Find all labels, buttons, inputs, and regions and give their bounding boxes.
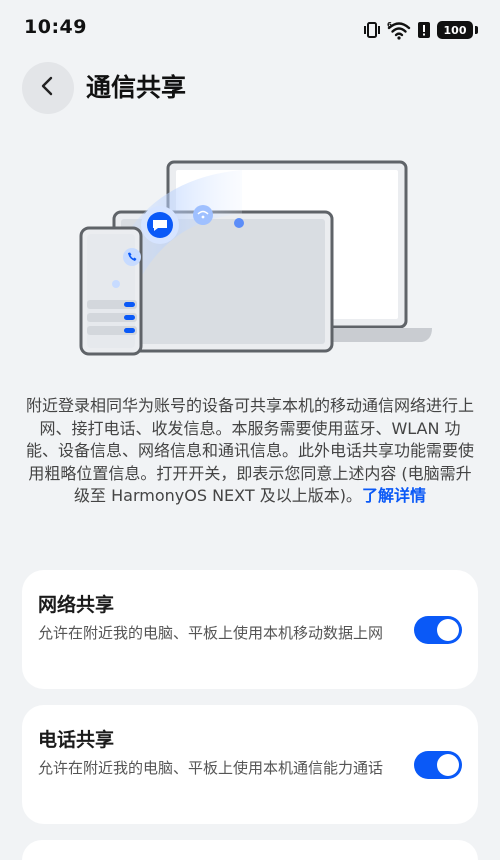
- battery-tip: [475, 26, 478, 34]
- wifi-share-icon: [193, 205, 213, 225]
- phone-sharing-card: 电话共享 允许在附近我的电脑、平板上使用本机通信能力通话: [22, 705, 478, 824]
- status-bar: 10:49 6 100: [0, 0, 500, 60]
- toggle-knob: [437, 619, 459, 641]
- svg-text:6: 6: [387, 21, 392, 29]
- chevron-left-icon: [37, 75, 59, 101]
- alert-icon: [417, 21, 431, 39]
- signal-dot: [234, 218, 244, 228]
- toggle-knob: [437, 754, 459, 776]
- devices-illustration: [79, 160, 432, 356]
- illustration: [72, 150, 442, 365]
- status-time: 10:49: [24, 16, 87, 38]
- screen: 10:49 6 100 通信共享 附近登录相同华为账号的设备可共享本机的移动通信…: [0, 0, 500, 860]
- back-button[interactable]: [22, 62, 74, 114]
- status-icons: 6 100: [363, 18, 478, 42]
- learn-more-link[interactable]: 了解详情: [362, 486, 426, 505]
- page-title: 通信共享: [86, 73, 187, 102]
- phone: [79, 226, 143, 356]
- phone-sharing-toggle[interactable]: [414, 751, 462, 779]
- signal-dot-small: [112, 280, 120, 288]
- description: 附近登录相同华为账号的设备可共享本机的移动通信网络进行上网、接打电话、收发信息。…: [24, 395, 476, 508]
- vibrate-icon: [363, 21, 381, 39]
- phone-call-icon: [123, 248, 141, 266]
- network-sharing-description: 允许在附近我的电脑、平板上使用本机移动数据上网: [38, 624, 384, 642]
- wifi-6-icon: 6: [387, 20, 411, 40]
- next-setting-card: [22, 840, 478, 860]
- network-sharing-title: 网络共享: [38, 594, 115, 616]
- phone-sharing-description: 允许在附近我的电脑、平板上使用本机通信能力通话: [38, 759, 384, 777]
- network-sharing-card: 网络共享 允许在附近我的电脑、平板上使用本机移动数据上网: [22, 570, 478, 689]
- battery-level: 100: [443, 23, 467, 37]
- phone-sharing-title: 电话共享: [38, 729, 115, 751]
- network-sharing-toggle[interactable]: [414, 616, 462, 644]
- chat-bubble-icon: [141, 206, 179, 244]
- battery-icon: 100: [437, 21, 473, 39]
